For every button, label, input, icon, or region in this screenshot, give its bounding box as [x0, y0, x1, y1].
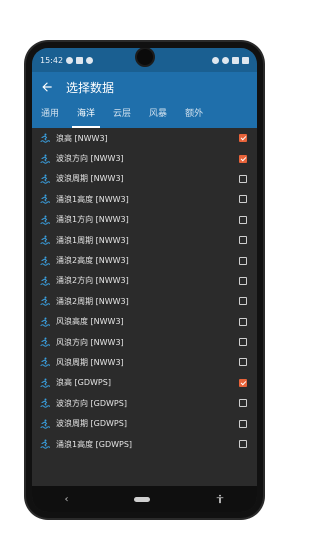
- checkbox[interactable]: [239, 276, 247, 285]
- list-item-label: 风浪高度 [NWW3]: [56, 317, 124, 327]
- checkbox[interactable]: [239, 440, 247, 449]
- navigation-bar: ‹: [32, 486, 257, 512]
- wave-surfer-icon: [40, 256, 50, 266]
- checkbox[interactable]: [239, 256, 247, 265]
- wave-surfer-icon: [40, 296, 50, 307]
- list-item-label: 波浪周期 [NWW3]: [56, 174, 124, 184]
- wave-surfer-icon: [40, 133, 50, 143]
- notification-icon: [76, 56, 84, 64]
- wave-surfer-icon: [40, 337, 50, 347]
- checkbox[interactable]: [239, 134, 247, 143]
- list-item[interactable]: 风浪方向 [NWW3]: [32, 332, 257, 352]
- wave-surfer-icon: [40, 357, 50, 368]
- list-item[interactable]: 波浪方向 [GDWPS]: [32, 393, 257, 413]
- checkbox[interactable]: [239, 378, 247, 387]
- list-item[interactable]: 涌浪2周期 [NWW3]: [32, 291, 257, 311]
- list-item-label: 波浪方向 [GDWPS]: [56, 398, 127, 408]
- title-row: 选择数据: [32, 72, 257, 102]
- list-item[interactable]: 涌浪2高度 [NWW3]: [32, 250, 257, 270]
- list-item[interactable]: 涌浪1方向 [NWW3]: [32, 210, 257, 230]
- checkbox[interactable]: [239, 215, 247, 224]
- checkbox[interactable]: [239, 236, 247, 245]
- notification-icon: [86, 56, 94, 64]
- list-item-label: 涌浪1方向 [NWW3]: [56, 215, 129, 225]
- wave-surfer-icon: [40, 174, 50, 184]
- checkbox[interactable]: [239, 419, 247, 428]
- wave-surfer-icon: [40, 215, 50, 225]
- checkbox[interactable]: [239, 317, 247, 326]
- list-item-label: 涌浪2方向 [NWW3]: [56, 276, 129, 286]
- checkbox[interactable]: [239, 399, 247, 408]
- wifi-icon: [222, 56, 229, 64]
- tab-3[interactable]: 风暴: [140, 102, 176, 128]
- list-item-label: 波浪周期 [GDWPS]: [56, 419, 127, 429]
- phone-frame: 15:42 选择数据 通用 海洋 云层 风暴 额外 浪高 [NWW3] 波浪方向…: [26, 42, 263, 518]
- list-item[interactable]: 浪高 [GDWPS]: [32, 373, 257, 393]
- list-item[interactable]: 涌浪2方向 [NWW3]: [32, 271, 257, 291]
- wave-surfer-icon: [40, 439, 50, 449]
- data-list: 浪高 [NWW3] 波浪方向 [NWW3] 波浪周期 [NWW3] 涌浪1高度 [NW…: [32, 128, 257, 486]
- notification-icon: [66, 56, 74, 64]
- list-item-label: 波浪方向 [NWW3]: [56, 154, 124, 164]
- list-item[interactable]: 涌浪1高度 [NWW3]: [32, 189, 257, 209]
- checkbox[interactable]: [239, 338, 247, 347]
- status-left: 15:42: [40, 55, 94, 65]
- tab-bar: 通用 海洋 云层 风暴 额外: [32, 102, 257, 128]
- list-item-label: 涌浪2高度 [NWW3]: [56, 256, 129, 266]
- checkbox[interactable]: [239, 297, 247, 306]
- list-item[interactable]: 涌浪1周期 [NWW3]: [32, 230, 257, 250]
- tab-4[interactable]: 额外: [176, 102, 212, 128]
- list-item-label: 风浪周期 [NWW3]: [56, 357, 124, 367]
- wave-surfer-icon: [40, 317, 50, 327]
- list-item[interactable]: 波浪周期 [GDWPS]: [32, 413, 257, 433]
- app-bar: 选择数据 通用 海洋 云层 风暴 额外: [32, 72, 257, 128]
- tab-1[interactable]: 海洋: [68, 102, 104, 128]
- status-time: 15:42: [40, 55, 64, 65]
- alarm-icon: [212, 56, 219, 64]
- arrow-back-icon[interactable]: [40, 80, 54, 94]
- list-item[interactable]: 风浪周期 [NWW3]: [32, 352, 257, 372]
- wave-surfer-icon: [40, 235, 50, 245]
- list-item-label: 浪高 [NWW3]: [56, 133, 108, 143]
- nav-home-icon[interactable]: [133, 496, 150, 502]
- page-title: 选择数据: [66, 80, 115, 95]
- battery-icon: [242, 56, 249, 64]
- list-item-label: 涌浪2周期 [NWW3]: [56, 296, 129, 306]
- wave-surfer-icon: [40, 154, 50, 164]
- list-item[interactable]: 浪高 [NWW3]: [32, 128, 257, 148]
- checkbox[interactable]: [239, 174, 247, 183]
- camera-notch: [134, 48, 155, 67]
- accessibility-icon[interactable]: [215, 494, 225, 504]
- list-item-label: 涌浪1周期 [NWW3]: [56, 235, 129, 245]
- list-item-label: 涌浪1高度 [GDWPS]: [56, 439, 133, 449]
- list-item-label: 风浪方向 [NWW3]: [56, 337, 124, 347]
- checkbox[interactable]: [239, 358, 247, 367]
- list-item[interactable]: 波浪方向 [NWW3]: [32, 148, 257, 168]
- tab-0[interactable]: 通用: [32, 102, 68, 128]
- status-bar: 15:42: [32, 48, 257, 72]
- signal-icon: [232, 56, 239, 64]
- status-right: [212, 56, 249, 64]
- list-item[interactable]: 波浪周期 [NWW3]: [32, 169, 257, 189]
- wave-surfer-icon: [40, 276, 50, 286]
- list-item[interactable]: 涌浪1高度 [GDWPS]: [32, 434, 257, 454]
- wave-surfer-icon: [40, 398, 50, 409]
- wave-surfer-icon: [40, 194, 50, 205]
- tab-2[interactable]: 云层: [104, 102, 140, 128]
- checkbox[interactable]: [239, 154, 247, 163]
- checkbox[interactable]: [239, 195, 247, 204]
- list-item-label: 浪高 [GDWPS]: [56, 378, 111, 388]
- wave-surfer-icon: [40, 419, 50, 429]
- screen: 15:42 选择数据 通用 海洋 云层 风暴 额外 浪高 [NWW3] 波浪方向…: [32, 48, 257, 512]
- list-item-label: 涌浪1高度 [NWW3]: [56, 194, 129, 204]
- nav-back-icon[interactable]: ‹: [65, 494, 69, 505]
- wave-surfer-icon: [40, 378, 50, 388]
- list-item[interactable]: 风浪高度 [NWW3]: [32, 312, 257, 332]
